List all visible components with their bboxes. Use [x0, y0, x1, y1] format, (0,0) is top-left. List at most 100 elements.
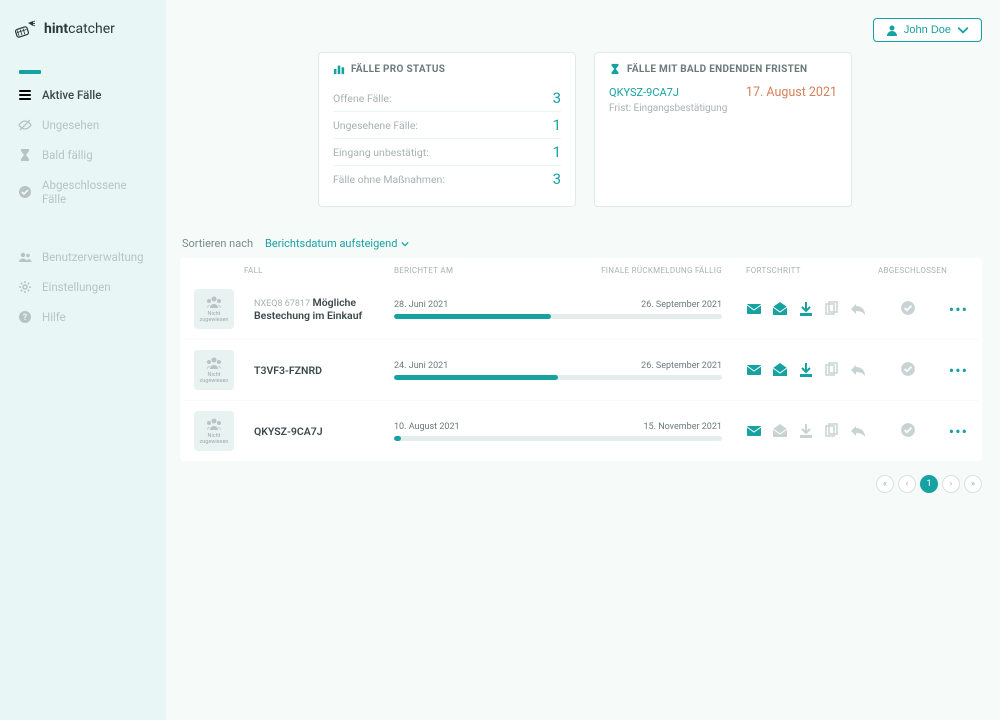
status-row: Fälle ohne Maßnahmen: 3 — [333, 166, 561, 192]
sidebar: hintcatcher Aktive FälleUngesehenBald fä… — [0, 0, 166, 720]
mail-open-icon[interactable] — [772, 362, 788, 378]
sort-label: Sortieren nach — [182, 237, 253, 250]
assignee-label: Nicht zugewiesen — [194, 372, 234, 384]
table-header: FALL BERICHTET AM FINALE RÜCKMELDUNG FÄL… — [180, 258, 982, 279]
assignee-badge[interactable]: Nicht zugewiesen — [194, 350, 234, 390]
sort-bar: Sortieren nach Berichtsdatum aufsteigend — [182, 237, 982, 250]
deadline-card: FÄLLE MIT BALD ENDENDEN FRISTEN QKYSZ-9C… — [594, 52, 852, 207]
status-label: Eingang unbestätigt: — [333, 146, 429, 159]
status-card: FÄLLE PRO STATUS Offene Fälle: 3 Ungesehen… — [318, 52, 576, 207]
case-code: NXEQ8 67817 — [254, 299, 310, 309]
list-icon — [18, 88, 32, 102]
deadline-subtitle: Frist: Eingangsbestätigung — [609, 103, 837, 114]
row-menu-button[interactable]: ••• — [938, 361, 968, 380]
mail-icon[interactable] — [746, 423, 762, 439]
due-date: 26. September 2021 — [641, 300, 722, 310]
page-number-button[interactable]: 1 — [920, 475, 938, 493]
sidebar-item-label: Benutzerverwaltung — [42, 250, 144, 264]
page-next-button[interactable]: › — [942, 475, 960, 493]
group-icon — [205, 356, 223, 370]
mail-icon[interactable] — [746, 362, 762, 378]
chart-icon — [333, 63, 345, 75]
status-value: 3 — [553, 170, 561, 188]
gear-icon — [18, 280, 32, 294]
sidebar-item-label: Einstellungen — [42, 280, 111, 294]
mail-icon[interactable] — [746, 301, 762, 317]
logo-text: hintcatcher — [44, 21, 115, 37]
reply-icon[interactable] — [850, 301, 866, 317]
page-first-button[interactable]: « — [876, 475, 894, 493]
reported-date: 24. Juni 2021 — [394, 361, 448, 371]
mail-open-icon[interactable] — [772, 301, 788, 317]
status-row: Eingang unbestätigt: 1 — [333, 139, 561, 166]
assignee-label: Nicht zugewiesen — [194, 433, 234, 445]
page-last-button[interactable]: » — [964, 475, 982, 493]
user-icon — [886, 24, 898, 36]
status-value: 1 — [553, 116, 561, 134]
done-check-icon[interactable] — [900, 361, 916, 377]
download-icon[interactable] — [798, 301, 814, 317]
download-icon[interactable] — [798, 362, 814, 378]
reply-icon[interactable] — [850, 423, 866, 439]
status-label: Offene Fälle: — [333, 92, 392, 105]
status-label: Fälle ohne Maßnahmen: — [333, 173, 445, 186]
done-check-icon[interactable] — [900, 300, 916, 316]
sidebar-item-abgeschlossene-fälle[interactable]: Abgeschlossene Fälle — [0, 170, 166, 214]
user-name: John Doe — [904, 24, 951, 36]
chevron-down-icon — [401, 240, 409, 248]
sidebar-item-benutzerverwaltung[interactable]: Benutzerverwaltung — [0, 242, 166, 272]
sort-dropdown[interactable]: Berichtsdatum aufsteigend — [265, 237, 409, 250]
deadline-case-link[interactable]: QKYSZ-9CA7J — [609, 86, 679, 99]
status-value: 1 — [553, 143, 561, 161]
sidebar-item-label: Abgeschlossene Fälle — [42, 178, 148, 206]
summary-cards: FÄLLE PRO STATUS Offene Fälle: 3 Ungesehen… — [318, 52, 982, 207]
col-done: ABGESCHLOSSEN — [878, 266, 938, 275]
reply-icon[interactable] — [850, 362, 866, 378]
assignee-badge[interactable]: Nicht zugewiesen — [194, 411, 234, 451]
logo[interactable]: hintcatcher — [0, 10, 166, 70]
status-card-title: FÄLLE PRO STATUS — [333, 63, 561, 75]
files-icon[interactable] — [824, 301, 840, 317]
page-prev-button[interactable]: ‹ — [898, 475, 916, 493]
user-menu-button[interactable]: John Doe — [873, 18, 982, 42]
col-due: FINALE RÜCKMELDUNG FÄLLIG — [601, 266, 722, 275]
mail-open-icon[interactable] — [772, 423, 788, 439]
deadline-card-title: FÄLLE MIT BALD ENDENDEN FRISTEN — [609, 63, 837, 75]
due-date: 26. September 2021 — [641, 361, 722, 371]
col-actions: FORTSCHRITT — [746, 266, 878, 275]
sidebar-item-label: Hilfe — [42, 310, 66, 324]
case-code[interactable]: QKYSZ-9CA7J — [254, 425, 323, 438]
sidebar-accent — [19, 70, 41, 74]
status-value: 3 — [553, 89, 561, 107]
sidebar-item-hilfe[interactable]: Hilfe — [0, 302, 166, 332]
sidebar-item-aktive-fälle[interactable]: Aktive Fälle — [0, 80, 166, 110]
pagination: « ‹ 1 › » — [180, 475, 982, 493]
check-circle-icon — [18, 185, 32, 199]
main-content: John Doe FÄLLE PRO STATUS Offene Fälle: 3… — [166, 0, 1000, 720]
hourglass-icon — [18, 148, 32, 162]
files-icon[interactable] — [824, 423, 840, 439]
table-row: Nicht zugewiesen NXEQ8 67817 Mögliche Be… — [180, 279, 982, 339]
deadline-date: 17. August 2021 — [746, 85, 837, 100]
logo-icon — [14, 18, 36, 40]
sidebar-item-bald-fällig[interactable]: Bald fällig — [0, 140, 166, 170]
sidebar-item-ungesehen[interactable]: Ungesehen — [0, 110, 166, 140]
progress-bar — [394, 436, 722, 441]
table-row: Nicht zugewiesen QKYSZ-9CA7J 10. August … — [180, 401, 982, 461]
col-reported: BERICHTET AM — [394, 266, 453, 275]
files-icon[interactable] — [824, 362, 840, 378]
download-icon[interactable] — [798, 423, 814, 439]
row-menu-button[interactable]: ••• — [938, 422, 968, 441]
row-menu-button[interactable]: ••• — [938, 300, 968, 319]
progress-bar — [394, 314, 722, 319]
done-check-icon[interactable] — [900, 422, 916, 438]
assignee-badge[interactable]: Nicht zugewiesen — [194, 289, 234, 329]
help-icon — [18, 310, 32, 324]
topbar: John Doe — [180, 18, 982, 42]
status-row: Ungesehene Fälle:1 — [333, 112, 561, 139]
sidebar-item-einstellungen[interactable]: Einstellungen — [0, 272, 166, 302]
reported-date: 10. August 2021 — [394, 422, 460, 432]
eye-off-icon — [18, 118, 32, 132]
reported-date: 28. Juni 2021 — [394, 300, 448, 310]
case-code[interactable]: T3VF3-FZNRD — [254, 364, 322, 377]
